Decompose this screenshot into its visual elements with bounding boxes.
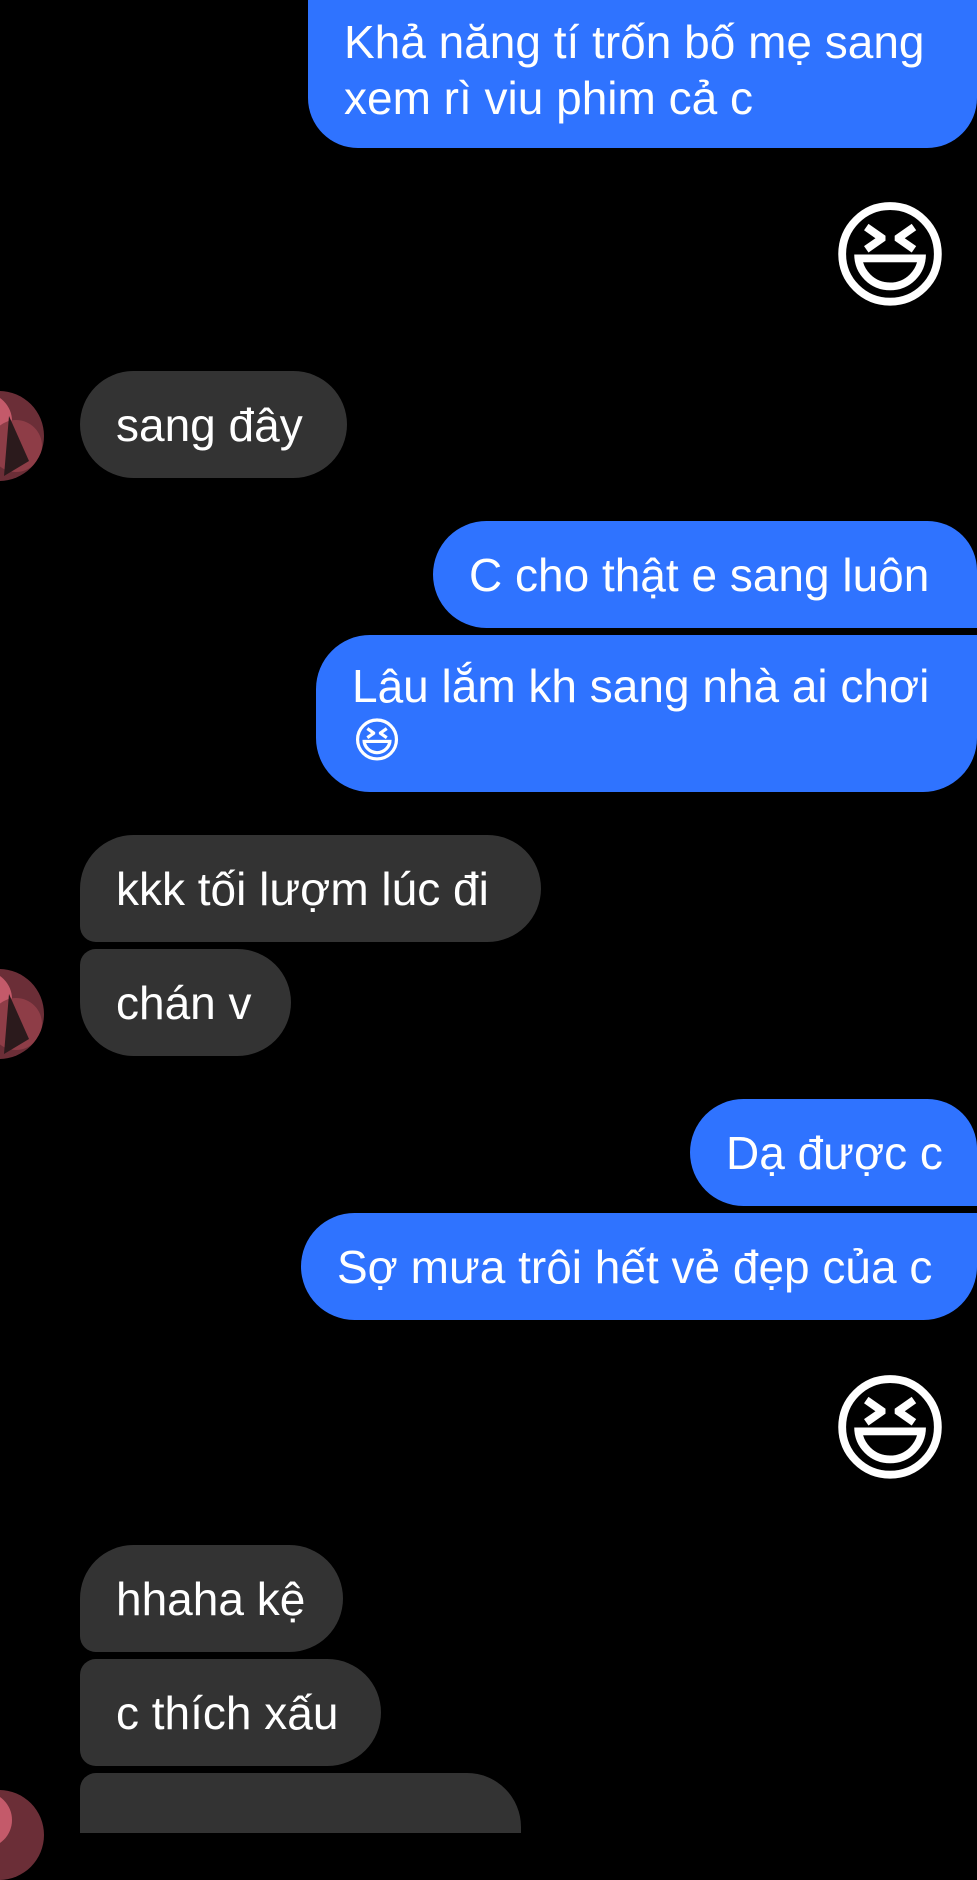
grinning-squinting-face-emoji-icon: 😆 [352, 714, 403, 768]
message-text: chán v [116, 976, 252, 1029]
contact-avatar[interactable] [0, 969, 44, 1059]
message-text: hhaha kệ [116, 1572, 306, 1625]
message-bubble-incoming[interactable]: kkk tối lượm lúc đi [80, 835, 541, 942]
grinning-squinting-face-emoji-icon: 😆 [828, 191, 952, 323]
grinning-squinting-face-emoji-icon: 😆 [828, 1364, 952, 1496]
message-bubble-incoming[interactable]: c thích xấu [80, 1659, 381, 1766]
message-text: C cho thật e sang luôn [469, 548, 930, 601]
message-text: xem rì viu phim cả c [344, 72, 753, 124]
message-text: Khả năng tí trốn bố mẹ sang [344, 16, 925, 68]
message-text: sang đây [116, 398, 303, 451]
message-text: kkk tối lượm lúc đi [116, 862, 489, 915]
message-bubble-outgoing[interactable]: Khả năng tí trốn bố mẹ sang xem rì viu p… [308, 0, 977, 148]
message-text: c thích xấu [116, 1686, 339, 1739]
message-text: Lâu lắm kh sang nhà ai chơi [352, 659, 930, 712]
avatar-image-icon [0, 969, 44, 1059]
message-bubble-outgoing[interactable]: C cho thật e sang luôn [433, 521, 977, 628]
contact-avatar[interactable] [0, 391, 44, 481]
message-bubble-outgoing[interactable]: Sợ mưa trôi hết vẻ đẹp của c [301, 1213, 977, 1320]
avatar-image-icon [0, 391, 44, 481]
emoji-message[interactable]: 😆 [820, 1365, 960, 1495]
emoji-message[interactable]: 😆 [820, 192, 960, 322]
message-bubble-incoming[interactable]: sang đây [80, 371, 347, 478]
message-bubble-outgoing[interactable]: Dạ được c [690, 1099, 977, 1206]
message-text: Dạ được c [726, 1126, 943, 1179]
message-bubble-incoming[interactable] [80, 1773, 521, 1833]
message-bubble-incoming[interactable]: hhaha kệ [80, 1545, 343, 1652]
message-bubble-outgoing[interactable]: Lâu lắm kh sang nhà ai chơi 😆 [316, 635, 977, 792]
message-bubble-incoming[interactable]: chán v [80, 949, 291, 1056]
message-text: Sợ mưa trôi hết vẻ đẹp của c [337, 1240, 933, 1293]
